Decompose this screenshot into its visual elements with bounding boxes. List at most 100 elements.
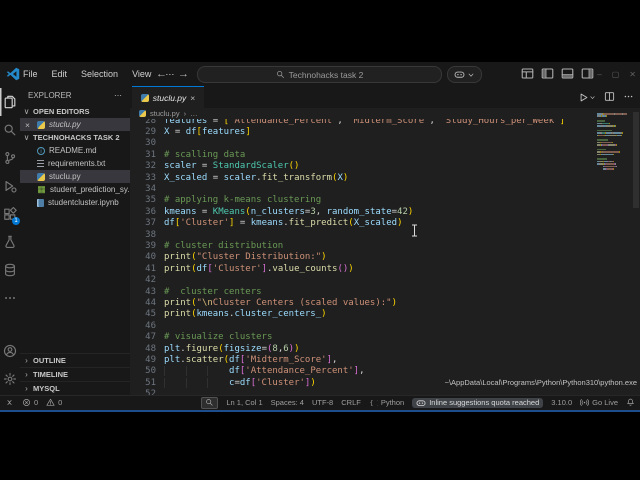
- activitybar-extensions[interactable]: 1: [0, 200, 20, 228]
- search-icon: [3, 123, 17, 137]
- code-line-39[interactable]: 39 # cluster distribution: [130, 241, 640, 252]
- code-line-28[interactable]: 28 features = ['Attendance_Percent', 'Mid…: [130, 119, 640, 127]
- code-line-48[interactable]: 48 plt.figure(figsize=(8,6)): [130, 344, 640, 355]
- code-line-46[interactable]: 46: [130, 321, 640, 332]
- file-requirements-txt[interactable]: requirements.txt: [20, 157, 130, 170]
- customize-layout-button[interactable]: [521, 67, 534, 82]
- toggle-sidebar-button[interactable]: [541, 67, 554, 82]
- source-control-icon: [3, 151, 17, 165]
- code-line-47[interactable]: 47 # visualize clusters: [130, 332, 640, 343]
- toggle-panel-icon: [561, 67, 574, 80]
- copilot-status[interactable]: Inline suggestions quota reached: [412, 397, 544, 408]
- problems-errors[interactable]: 0: [22, 398, 38, 407]
- run-button[interactable]: [578, 92, 596, 103]
- minimap[interactable]: [597, 113, 627, 173]
- nav-back-button[interactable]: ←: [156, 68, 167, 80]
- command-center-search[interactable]: Technohacks task 2: [197, 66, 442, 83]
- editor-group: stuclu.py × stuclu.py › … 28 features = […: [130, 86, 640, 395]
- editor-scrollbar[interactable]: [633, 112, 639, 208]
- code-line-42[interactable]: 42: [130, 275, 640, 286]
- code-line-37[interactable]: 37 df['Cluster'] = kmeans.fit_predict(X_s…: [130, 218, 640, 229]
- copilot-chat-button[interactable]: [447, 66, 482, 83]
- code-line-41[interactable]: 41 print(df['Cluster'].value_counts()): [130, 264, 640, 275]
- activitybar-database[interactable]: [0, 256, 20, 284]
- text-file-icon: [37, 159, 44, 168]
- menu-file[interactable]: File: [16, 69, 45, 79]
- activitybar-account[interactable]: [0, 337, 20, 365]
- panel-timeline[interactable]: › TIMELINE: [20, 367, 130, 381]
- chevron-down-icon: ∨: [23, 107, 30, 116]
- editor-more-actions[interactable]: [623, 91, 634, 104]
- mag-icon: [205, 398, 214, 407]
- explorer-sidebar: EXPLORER ⋯ ∨ OPEN EDITORS × stuclu.py ∨ T…: [20, 86, 131, 395]
- bell-icon: [626, 398, 635, 407]
- activitybar-testing[interactable]: [0, 228, 20, 256]
- code-line-43[interactable]: 43 # cluster centers: [130, 287, 640, 298]
- file-stuclu-py[interactable]: stuclu.py: [20, 170, 130, 183]
- code-line-44[interactable]: 44 print("\nCluster Centers (scaled value…: [130, 298, 640, 309]
- menu-selection[interactable]: Selection: [74, 69, 125, 79]
- menu-edit[interactable]: Edit: [45, 69, 75, 79]
- workspace-section[interactable]: ∨ TECHNOHACKS TASK 2: [20, 131, 130, 144]
- code-line-34[interactable]: 34: [130, 184, 640, 195]
- panel-outline[interactable]: › OUTLINE: [20, 353, 130, 367]
- python-version[interactable]: 3.10.0: [551, 398, 572, 407]
- cursor-position[interactable]: Ln 1, Col 1: [226, 398, 262, 407]
- code-line-29[interactable]: 29 X = df[features]: [130, 127, 640, 138]
- toggle-secondary-sidebar-button[interactable]: [581, 67, 594, 82]
- activitybar-source-control[interactable]: [0, 144, 20, 172]
- close-icon[interactable]: ×: [25, 120, 33, 130]
- tab-stuclu-py[interactable]: stuclu.py ×: [132, 86, 204, 108]
- interpreter-tooltip: ~\AppData\Local\Programs\Python\Python31…: [444, 378, 637, 387]
- activitybar-settings[interactable]: [0, 365, 20, 393]
- breadcrumb[interactable]: stuclu.py › …: [130, 108, 640, 119]
- code-line-38[interactable]: 38: [130, 230, 640, 241]
- eol[interactable]: CRLF: [341, 398, 361, 407]
- code-line-36[interactable]: 36 kmeans = KMeans(n_clusters=3, random_s…: [130, 207, 640, 218]
- activitybar-more[interactable]: [0, 284, 20, 312]
- nav-forward-button[interactable]: →: [178, 68, 189, 80]
- menu-view[interactable]: View: [125, 69, 158, 79]
- search-label: Technohacks task 2: [288, 69, 364, 80]
- activitybar-explorer[interactable]: [0, 88, 20, 116]
- indentation[interactable]: Spaces: 4: [271, 398, 304, 407]
- toggle-panel-button[interactable]: [561, 67, 574, 82]
- window-bottom-line: [0, 409, 640, 412]
- code-line-30[interactable]: 30: [130, 138, 640, 149]
- code-line-40[interactable]: 40 print("Cluster Distribution:"): [130, 252, 640, 263]
- sidebar-more-button[interactable]: ⋯: [114, 91, 122, 100]
- minimize-button[interactable]: –: [597, 70, 601, 79]
- split-editor-button[interactable]: [604, 91, 615, 104]
- problems-warnings[interactable]: 0: [46, 398, 62, 407]
- code-line-49[interactable]: 49 plt.scatter(df['Midterm_Score'],: [130, 355, 640, 366]
- activitybar-search[interactable]: [0, 116, 20, 144]
- activitybar-run-debug[interactable]: [0, 172, 20, 200]
- file-student-prediction-sy---[interactable]: ▦ student_prediction_sy...: [20, 183, 130, 196]
- file-studentcluster-ipynb[interactable]: studentcluster.ipynb: [20, 196, 130, 209]
- notifications-bell[interactable]: [626, 398, 635, 407]
- code-line-32[interactable]: 32 scaler = StandardScaler(): [130, 161, 640, 172]
- settings-icon: [3, 372, 17, 386]
- tab-label: stuclu.py: [152, 92, 187, 103]
- remote-indicator[interactable]: [5, 398, 14, 407]
- file-README-md[interactable]: i README.md: [20, 144, 130, 157]
- close-button[interactable]: ✕: [629, 70, 636, 79]
- open-editors-section[interactable]: ∨ OPEN EDITORS: [20, 105, 130, 118]
- go-live[interactable]: Go Live: [580, 398, 618, 407]
- code-area[interactable]: 28 features = ['Attendance_Percent', 'Mid…: [130, 119, 640, 395]
- code-line-45[interactable]: 45 print(kmeans.cluster_centers_): [130, 309, 640, 320]
- zoom-status[interactable]: [201, 396, 219, 409]
- toggle-sidebar-icon: [541, 67, 554, 80]
- open-editor-stuclu.py[interactable]: × stuclu.py: [20, 118, 130, 131]
- panel-mysql[interactable]: › MYSQL: [20, 381, 130, 395]
- title-bar: File Edit Selection View ⋯ ← → Technohacks t…: [0, 62, 640, 87]
- code-line-31[interactable]: 31 # scalling data: [130, 150, 640, 161]
- tab-close-icon[interactable]: ×: [190, 93, 195, 103]
- code-line-50[interactable]: 50 df['Attendance_Percent'],: [130, 366, 640, 377]
- restore-button[interactable]: ▢: [612, 70, 620, 79]
- info-file-icon: i: [37, 146, 45, 155]
- language-mode[interactable]: { }Python: [369, 398, 404, 407]
- code-line-33[interactable]: 33 X_scaled = scaler.fit_transform(X): [130, 173, 640, 184]
- code-line-35[interactable]: 35 # applying k-means clustering: [130, 195, 640, 206]
- encoding[interactable]: UTF-8: [312, 398, 333, 407]
